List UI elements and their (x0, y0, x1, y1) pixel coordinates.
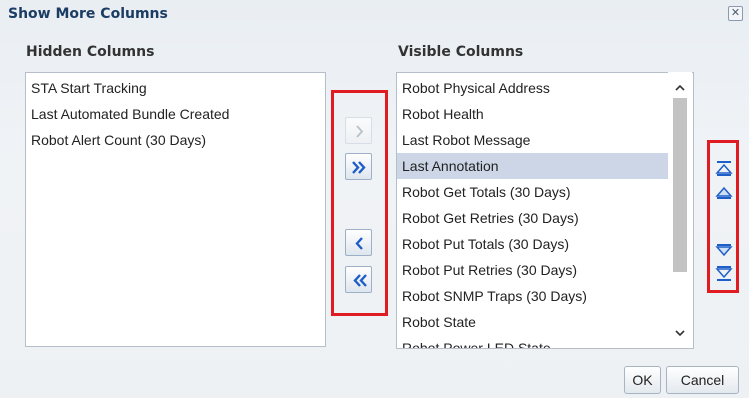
hidden-columns-heading: Hidden Columns (26, 44, 155, 60)
move-to-top-icon[interactable] (714, 158, 734, 178)
double-chevron-left-icon (353, 274, 367, 287)
move-to-bottom-icon[interactable] (714, 264, 734, 284)
list-item[interactable]: STA Start Tracking (26, 75, 325, 101)
double-chevron-right-icon (352, 161, 366, 174)
dialog-title: Show More Columns (8, 6, 168, 22)
scroll-up-icon[interactable] (673, 82, 687, 94)
scrollbar-thumb[interactable] (673, 98, 687, 272)
visible-columns-heading: Visible Columns (398, 44, 524, 60)
list-item[interactable]: Robot Power LED State (397, 335, 669, 348)
list-item[interactable]: Robot Physical Address (397, 75, 669, 101)
list-item[interactable]: Robot SNMP Traps (30 Days) (397, 283, 669, 309)
cancel-button[interactable]: Cancel (666, 366, 739, 394)
list-item[interactable]: Robot Health (397, 101, 669, 127)
move-all-button[interactable] (345, 153, 372, 180)
list-item[interactable]: Robot Alert Count (30 Days) (26, 127, 325, 153)
show-more-columns-dialog: Show More Columns ✕ Hidden Columns Visib… (0, 0, 749, 398)
hidden-columns-list[interactable]: STA Start Tracking Last Automated Bundle… (25, 72, 326, 347)
list-item[interactable]: Robot Put Retries (30 Days) (397, 257, 669, 283)
list-item-selected[interactable]: Last Annotation (397, 153, 669, 179)
move-button[interactable] (345, 117, 372, 144)
list-item[interactable]: Robot Get Retries (30 Days) (397, 205, 669, 231)
chevron-left-icon (355, 237, 363, 250)
move-up-icon[interactable] (714, 183, 734, 203)
ok-button[interactable]: OK (624, 366, 661, 394)
remove-all-button[interactable] (345, 266, 372, 293)
chevron-right-icon (356, 125, 364, 138)
list-item[interactable]: Robot State (397, 309, 669, 335)
remove-button[interactable] (345, 229, 372, 256)
visible-columns-list[interactable]: Robot Physical Address Robot Health Last… (396, 72, 694, 349)
move-down-icon[interactable] (714, 240, 734, 260)
list-item[interactable]: Robot Get Totals (30 Days) (397, 179, 669, 205)
scroll-down-icon[interactable] (673, 327, 687, 339)
list-item[interactable]: Last Robot Message (397, 127, 669, 153)
dialog-title-bar: Show More Columns ✕ (0, 0, 749, 30)
list-item[interactable]: Last Automated Bundle Created (26, 101, 325, 127)
list-item[interactable]: Robot Put Totals (30 Days) (397, 231, 669, 257)
close-icon[interactable]: ✕ (728, 6, 743, 21)
